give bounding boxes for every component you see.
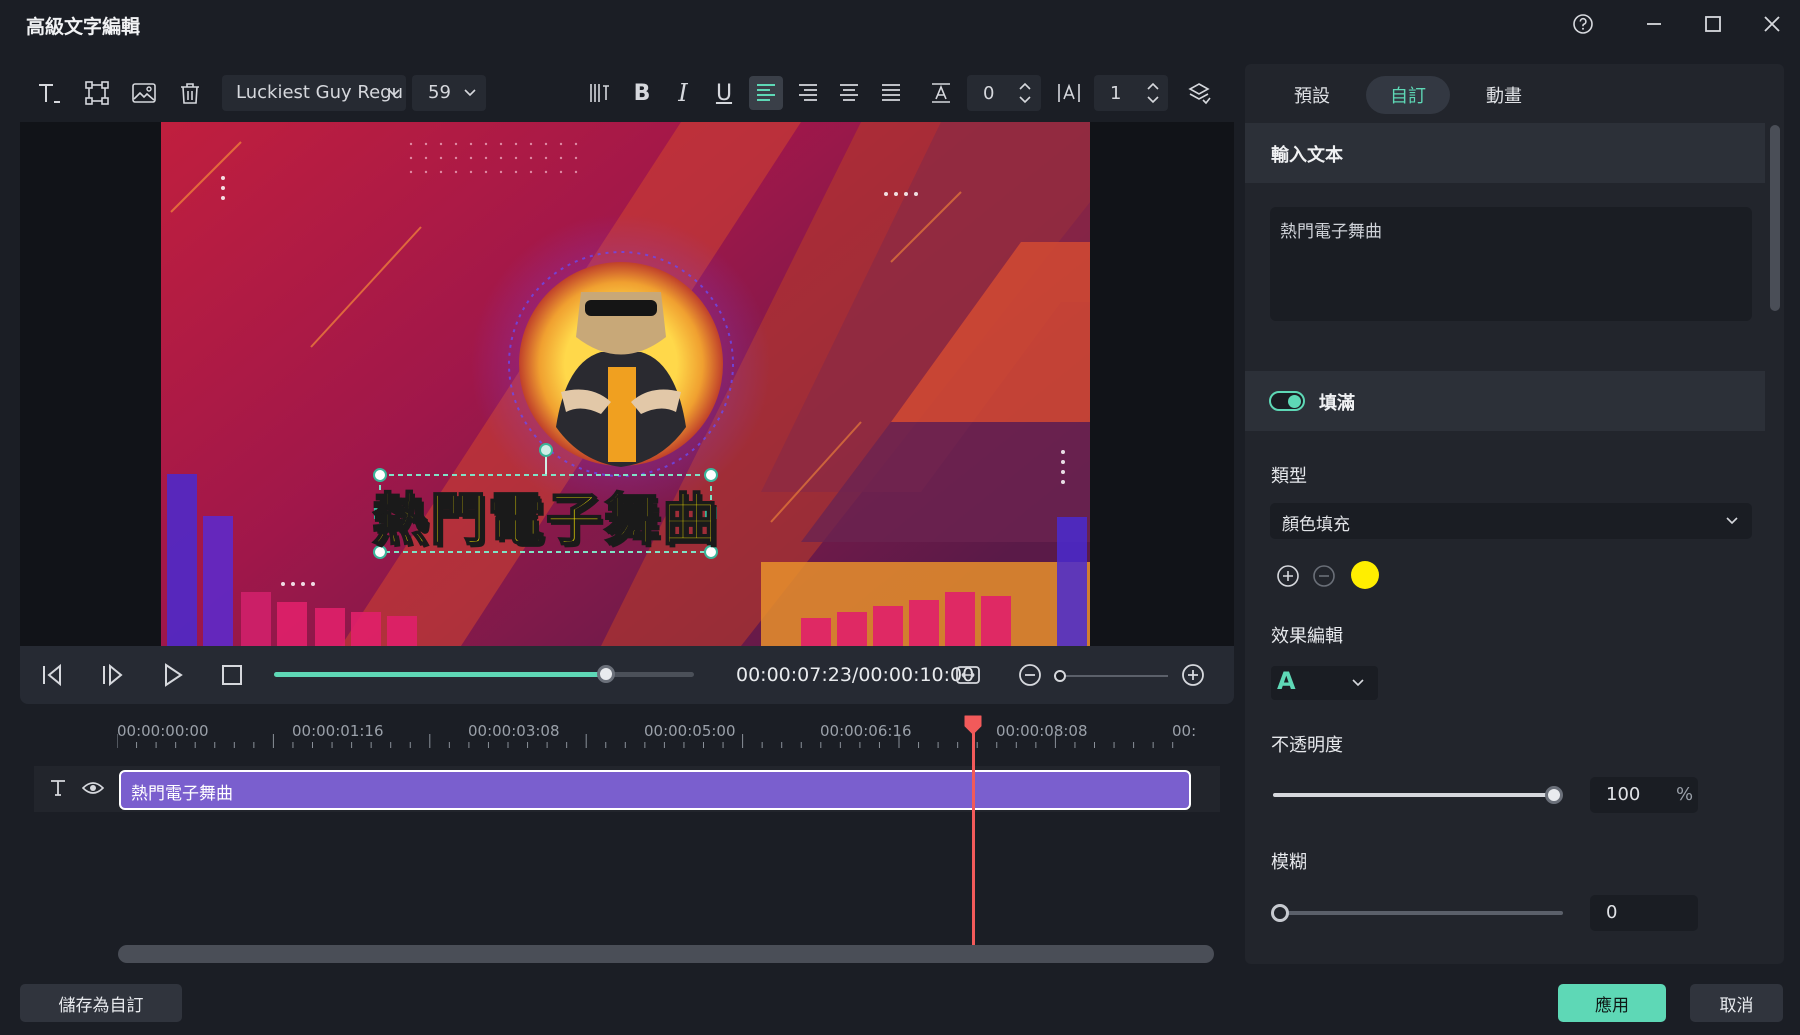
font-chevron-down-icon — [387, 86, 401, 100]
title-bar — [0, 0, 1800, 48]
add-text-icon[interactable] — [34, 78, 64, 108]
type-label: 類型 — [1271, 466, 1307, 487]
tab-animation[interactable]: 動畫 — [1462, 76, 1546, 114]
play-icon[interactable] — [160, 662, 186, 688]
zoom-slider-handle[interactable] — [1054, 670, 1066, 682]
timecode: 00:00:07:23/00:00:10:00 — [736, 664, 975, 686]
effect-edit-select[interactable]: A — [1271, 666, 1378, 700]
video-preview[interactable]: 熱門電子舞曲 — [161, 122, 1090, 646]
opacity-slider[interactable] — [1273, 786, 1563, 804]
canvas-caption-text[interactable]: 熱門電子舞曲 — [371, 480, 719, 554]
tab-presets[interactable]: 預設 — [1270, 76, 1354, 114]
size-chevron-down-icon — [463, 86, 477, 100]
add-color-icon[interactable] — [1276, 564, 1300, 588]
text-input-area[interactable]: 熱門電子舞曲 — [1270, 207, 1752, 321]
line-spacing-stepper-icon[interactable] — [1017, 80, 1033, 106]
char-spacing-stepper-icon[interactable] — [1145, 80, 1161, 106]
align-center-icon[interactable] — [834, 78, 864, 108]
eye-icon[interactable] — [82, 778, 104, 798]
zoom-out-icon[interactable] — [1017, 662, 1043, 688]
input-text-header: 輸入文本 — [1271, 145, 1343, 166]
char-spacing-icon[interactable] — [1054, 78, 1084, 108]
panel-scrollbar[interactable] — [1770, 125, 1780, 311]
stop-icon[interactable] — [219, 662, 245, 688]
help-icon[interactable] — [1569, 10, 1597, 38]
fit-width-icon[interactable] — [955, 662, 981, 688]
text-clip[interactable]: 熱門電子舞曲 — [119, 770, 1191, 810]
align-justify-icon[interactable] — [876, 78, 906, 108]
effect-edit-label: 效果編輯 — [1271, 626, 1343, 647]
timeline-scrollbar[interactable] — [118, 945, 1214, 963]
layers-icon[interactable] — [1184, 78, 1214, 108]
fill-toggle[interactable] — [1269, 391, 1305, 411]
effect-preview-glyph: A — [1277, 667, 1296, 695]
line-spacing-icon[interactable] — [926, 78, 956, 108]
next-frame-icon[interactable] — [100, 662, 126, 688]
delete-icon[interactable] — [175, 78, 205, 108]
opacity-slider-handle[interactable] — [1545, 786, 1563, 804]
prev-frame-icon[interactable] — [40, 662, 66, 688]
playhead-handle-icon[interactable] — [963, 714, 983, 736]
fill-toggle-knob — [1288, 395, 1301, 408]
fill-type-dropdown[interactable]: 顏色填充 — [1270, 503, 1752, 539]
blur-input[interactable]: 0 — [1590, 895, 1698, 931]
save-custom-button[interactable]: 儲存為自訂 — [20, 984, 182, 1022]
opacity-unit: % — [1676, 784, 1694, 805]
align-right-icon[interactable] — [793, 78, 823, 108]
italic-icon[interactable]: I — [668, 78, 698, 108]
transform-box-icon[interactable] — [82, 78, 112, 108]
maximize-icon[interactable] — [1699, 10, 1727, 38]
fill-color-swatch[interactable] — [1351, 561, 1379, 589]
opacity-label: 不透明度 — [1271, 735, 1343, 756]
remove-color-icon[interactable] — [1312, 564, 1336, 588]
blur-slider[interactable] — [1271, 904, 1563, 922]
blur-slider-handle[interactable] — [1271, 904, 1289, 922]
tab-custom[interactable]: 自訂 — [1366, 76, 1450, 114]
underline-icon[interactable]: U — [709, 78, 739, 108]
fill-header: 填滿 — [1319, 393, 1355, 414]
playback-scrubber[interactable] — [274, 665, 694, 683]
opacity-input[interactable]: 100 % — [1590, 777, 1698, 813]
playback-progress-fill — [274, 672, 606, 677]
fill-section: 填滿 — [1245, 371, 1765, 431]
apply-button[interactable]: 應用 — [1558, 984, 1666, 1022]
cancel-button[interactable]: 取消 — [1690, 984, 1783, 1022]
align-left-icon[interactable] — [749, 76, 783, 110]
blur-label: 模糊 — [1271, 852, 1307, 873]
ruler-ticks[interactable] — [117, 734, 1197, 750]
input-text-section: 輸入文本 — [1245, 123, 1765, 183]
type-chevron-down-icon — [1725, 514, 1739, 528]
minimize-icon[interactable] — [1640, 10, 1668, 38]
playback-scrubber-handle[interactable] — [596, 665, 615, 683]
text-column-icon[interactable] — [585, 78, 615, 108]
font-family-select[interactable]: Luckiest Guy Regu — [222, 75, 406, 111]
zoom-slider[interactable] — [1054, 670, 1168, 682]
zoom-in-icon[interactable] — [1180, 662, 1206, 688]
effect-chevron-down-icon — [1351, 676, 1365, 690]
image-icon[interactable] — [129, 78, 159, 108]
close-icon[interactable] — [1758, 10, 1786, 38]
bold-icon[interactable]: B — [627, 78, 657, 108]
playhead[interactable] — [972, 716, 975, 962]
window-title: 高級文字編輯 — [26, 16, 141, 38]
track-text-icon — [48, 778, 68, 798]
